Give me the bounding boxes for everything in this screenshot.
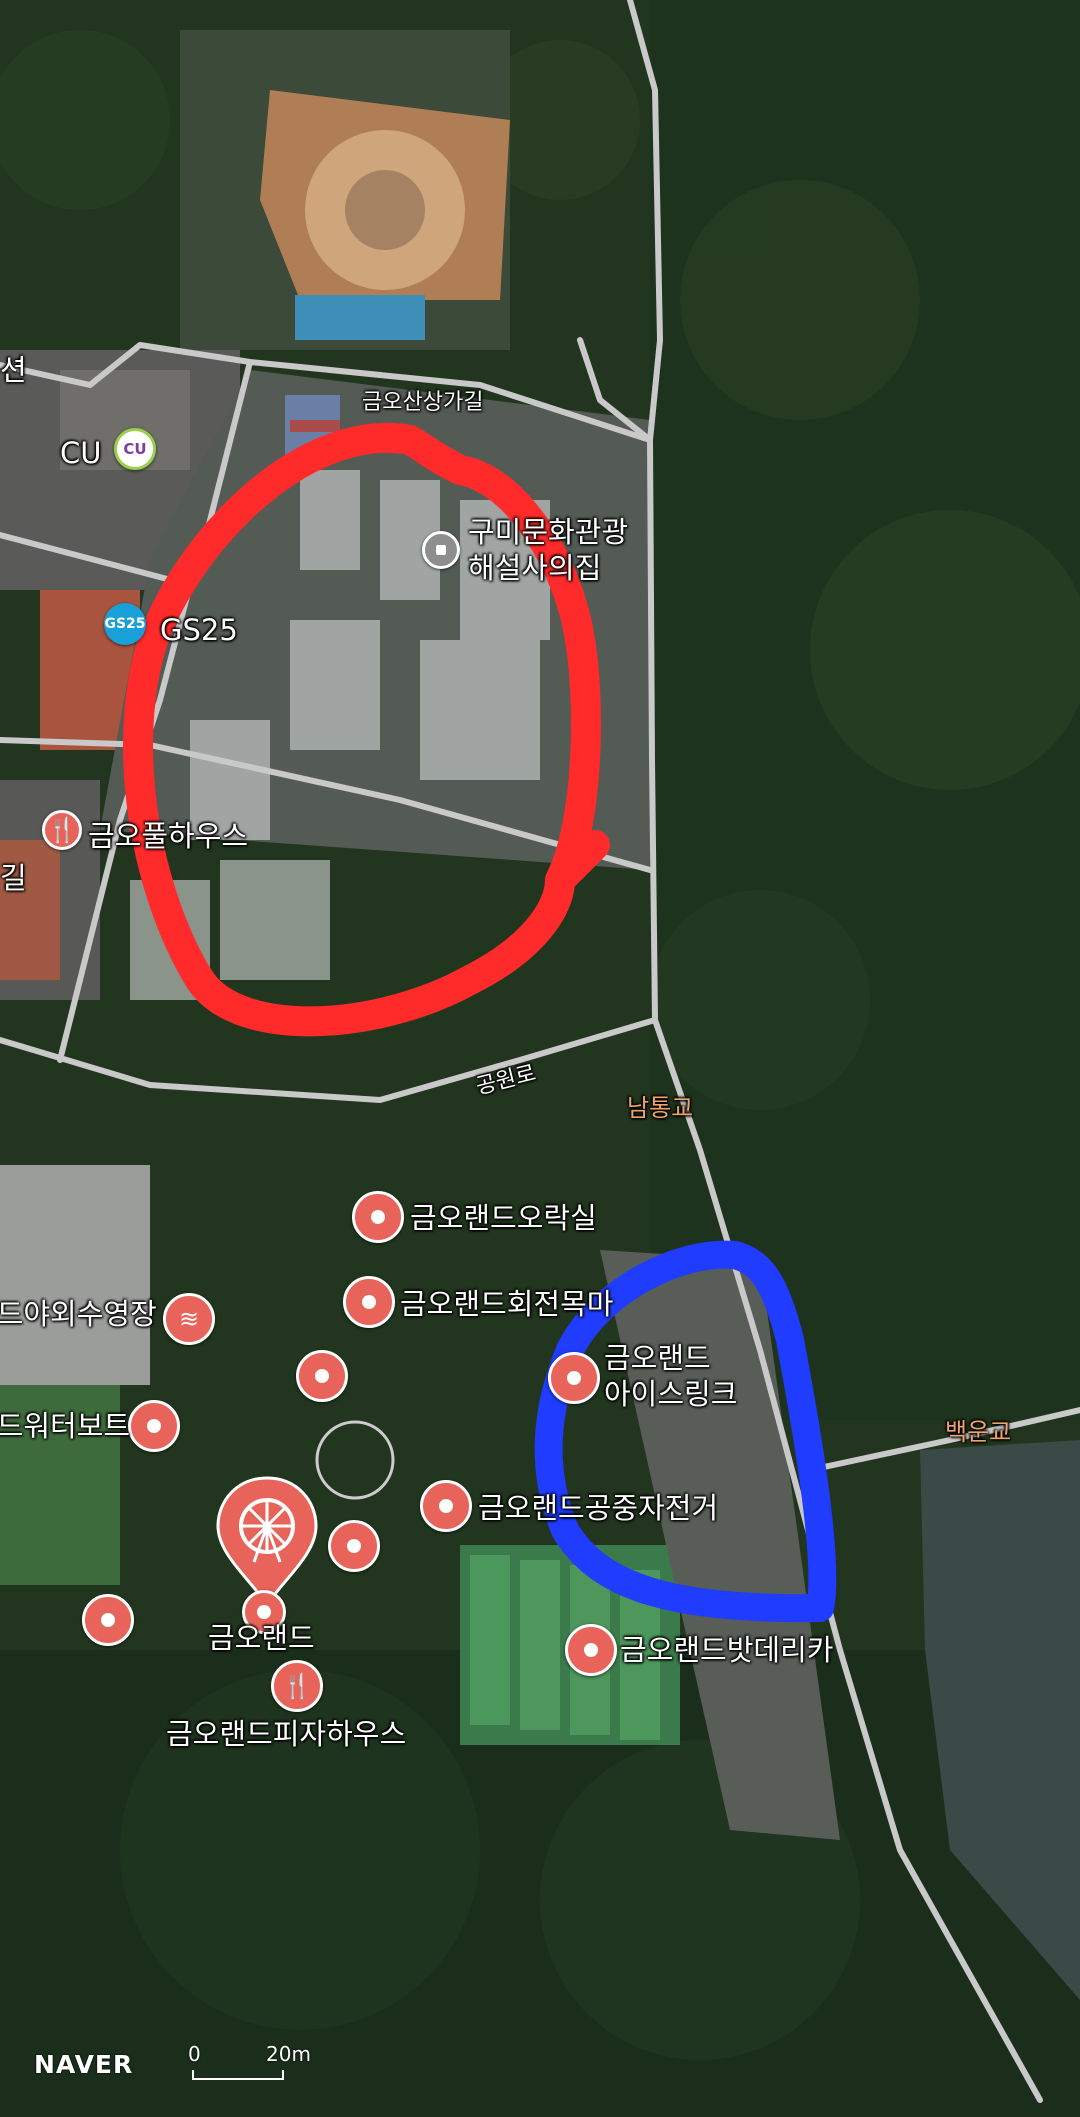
road-label-partial-2: 길 bbox=[0, 861, 27, 895]
poi-label-geumoland[interactable]: 금오랜드 bbox=[208, 1620, 315, 1656]
store-label-gs25[interactable]: GS25 bbox=[160, 612, 238, 648]
restaurant-pin-icon[interactable]: 🍴 bbox=[42, 810, 82, 850]
poi-label-pizza-house[interactable]: 금오랜드피자하우스 bbox=[166, 1716, 406, 1752]
poi-label-water-boat[interactable]: 랜드워터보트 bbox=[0, 1408, 130, 1444]
satellite-map[interactable] bbox=[0, 0, 1080, 2117]
bridge-label-namtong: 남통교 bbox=[627, 1094, 694, 1122]
naver-logo: NAVER bbox=[34, 2050, 134, 2079]
ride-pin-2-icon[interactable] bbox=[82, 1594, 134, 1646]
poi-label-gumi-culture[interactable]: 구미문화관광 해설사의집 bbox=[468, 514, 628, 586]
poi-label-carousel[interactable]: 금오랜드회전목마 bbox=[400, 1286, 613, 1322]
arcade-pin-icon[interactable] bbox=[352, 1191, 404, 1243]
poi-label-bat-car[interactable]: 금오랜드밧데리카 bbox=[620, 1632, 833, 1668]
sky-bike-pin-icon[interactable] bbox=[420, 1480, 472, 1532]
attraction-pin-icon[interactable] bbox=[296, 1350, 348, 1402]
ice-rink-pin-icon[interactable] bbox=[548, 1352, 600, 1404]
poi-label-pool-house[interactable]: 금오풀하우스 bbox=[88, 818, 248, 854]
poi-label-sky-bike[interactable]: 금오랜드공중자전거 bbox=[478, 1490, 718, 1526]
poi-label-ice-rink[interactable]: 금오랜드 아이스링크 bbox=[604, 1340, 737, 1412]
scale-bar bbox=[192, 2070, 284, 2080]
scale-start-label: 0 bbox=[188, 2042, 201, 2066]
poi-label-outdoor-pool[interactable]: 랜드야외수영장 bbox=[0, 1296, 157, 1332]
bridge-label-baegun: 백운교 bbox=[945, 1418, 1012, 1446]
road-label-partial-1: 션 bbox=[0, 353, 27, 387]
pizza-restaurant-pin-icon[interactable]: 🍴 bbox=[271, 1660, 323, 1712]
bat-car-pin-icon[interactable] bbox=[565, 1624, 617, 1676]
tourist-info-pin-icon[interactable] bbox=[422, 531, 460, 569]
poi-label-arcade[interactable]: 금오랜드오락실 bbox=[410, 1200, 597, 1236]
ride-pin-icon[interactable] bbox=[328, 1520, 380, 1572]
store-label-cu[interactable]: CU bbox=[60, 435, 101, 471]
cu-logo-icon[interactable]: CU bbox=[114, 428, 156, 470]
road-label-geumosan: 금오산상가길 bbox=[362, 390, 484, 415]
water-boat-pin-icon[interactable] bbox=[128, 1400, 180, 1452]
pool-pin-icon[interactable]: ≋ bbox=[163, 1293, 215, 1345]
carousel-pin-icon[interactable] bbox=[343, 1276, 395, 1328]
gs25-logo-icon[interactable]: GS25 bbox=[104, 603, 146, 645]
scale-end-label: 20m bbox=[266, 2042, 311, 2066]
